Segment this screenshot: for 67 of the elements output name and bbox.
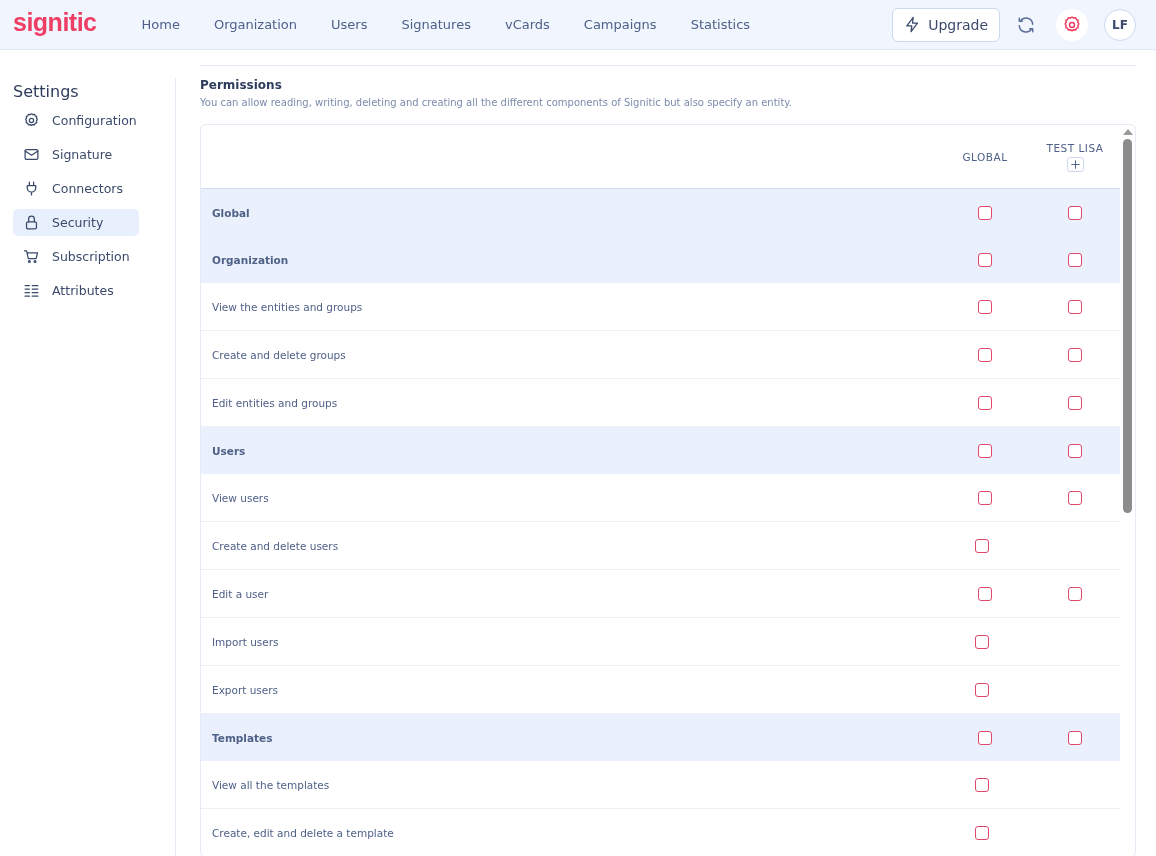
checkbox[interactable] <box>975 777 989 792</box>
sidebar-item[interactable]: Configuration <box>13 107 139 134</box>
section-description: You can allow reading, writing, deleting and creating all the different components of Signitic but also specify an entity. <box>200 97 793 108</box>
cart-icon <box>23 248 40 265</box>
checkbox[interactable] <box>978 299 992 314</box>
permission-label: Import users <box>211 635 280 648</box>
add-button[interactable] <box>1066 156 1084 172</box>
sidebar-item[interactable]: Attributes <box>13 277 139 304</box>
list-icon <box>23 282 40 299</box>
permission-label: Edit a user <box>211 587 270 600</box>
checkbox[interactable] <box>975 825 989 840</box>
section-label: Templates <box>211 731 274 744</box>
checkbox[interactable] <box>978 730 992 745</box>
section-title: Permissions <box>200 65 1136 92</box>
sidebar-item[interactable]: Subscription <box>13 243 139 270</box>
checkbox[interactable] <box>978 205 992 220</box>
section-label: Organization <box>211 253 290 266</box>
settings-button[interactable] <box>1056 8 1088 41</box>
checkbox[interactable] <box>1068 443 1082 458</box>
sidebar-title: Settings <box>13 82 80 101</box>
column-header: TEST LISA <box>1046 141 1104 154</box>
checkbox[interactable] <box>978 395 992 410</box>
checkbox[interactable] <box>1068 205 1082 220</box>
column-header: GLOBAL <box>962 150 1008 163</box>
nav-link[interactable]: Statistics <box>673 17 768 32</box>
checkbox[interactable] <box>1068 252 1082 267</box>
checkbox[interactable] <box>1068 347 1082 362</box>
scrollbar-thumb[interactable] <box>1123 139 1132 513</box>
checkbox[interactable] <box>1068 299 1082 314</box>
checkbox[interactable] <box>978 443 992 458</box>
checkbox[interactable] <box>975 538 989 553</box>
checkbox[interactable] <box>975 682 989 697</box>
permission-label: Create and delete users <box>211 539 340 552</box>
nav-link[interactable]: Signatures <box>384 17 488 32</box>
checkbox[interactable] <box>978 347 992 362</box>
section-label: Users <box>211 444 247 457</box>
upgrade-button[interactable]: Upgrade <box>892 7 1000 42</box>
sidebar-item[interactable]: Security <box>13 209 139 236</box>
nav-link[interactable]: Campaigns <box>566 17 674 32</box>
nav-link[interactable]: Organization <box>196 17 315 32</box>
checkbox[interactable] <box>1068 395 1082 410</box>
checkbox[interactable] <box>1068 586 1082 601</box>
checkbox[interactable] <box>978 586 992 601</box>
checkbox[interactable] <box>975 634 989 649</box>
permission-label: View the entities and groups <box>211 300 364 313</box>
plus-icon <box>1068 157 1082 171</box>
permission-label: Create, edit and delete a template <box>211 826 395 839</box>
gear-icon <box>23 112 40 129</box>
refresh-icon <box>1016 14 1036 35</box>
section-label: Global <box>211 206 251 219</box>
nav-link[interactable]: Users <box>314 17 385 32</box>
permission-label: Export users <box>211 683 280 696</box>
user-avatar[interactable]: LF <box>1104 8 1136 41</box>
permission-label: View all the templates <box>211 778 331 791</box>
sidebar-item[interactable]: Connectors <box>13 175 139 202</box>
checkbox[interactable] <box>1068 730 1082 745</box>
checkbox[interactable] <box>1068 490 1082 505</box>
envelope-icon <box>23 146 40 163</box>
permission-label: Edit entities and groups <box>211 396 339 409</box>
permission-label: View users <box>211 491 270 504</box>
checkbox[interactable] <box>978 490 992 505</box>
lock-icon <box>23 214 40 231</box>
nav-link[interactable]: vCards <box>487 17 567 32</box>
permission-label: Create and delete groups <box>211 348 347 361</box>
checkbox[interactable] <box>978 252 992 267</box>
nav-link[interactable]: Home <box>124 17 197 32</box>
sidebar-item[interactable]: Signature <box>13 141 139 168</box>
